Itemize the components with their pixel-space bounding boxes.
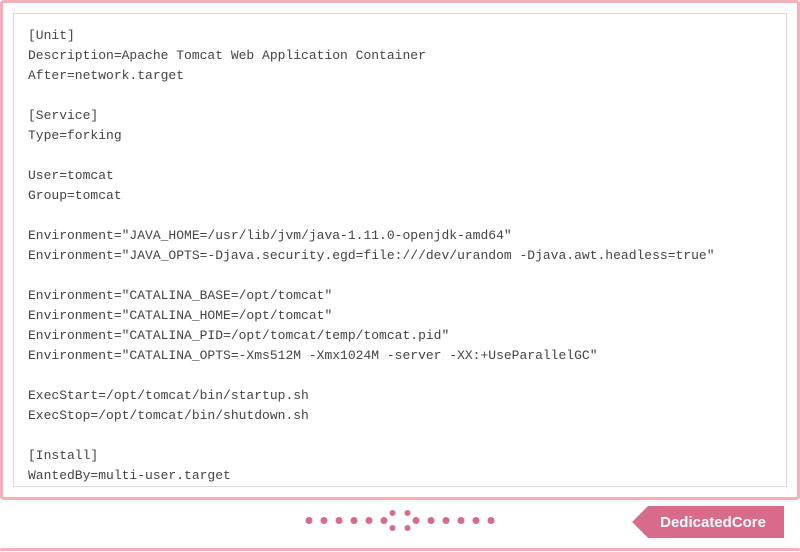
dot-icon [473, 517, 480, 524]
dot-icon [336, 517, 343, 524]
diamond-cluster-icon [396, 516, 405, 525]
brand-badge: DedicatedCore [632, 506, 784, 538]
decorative-dots [306, 516, 495, 525]
dot-icon [366, 517, 373, 524]
dot-icon [351, 517, 358, 524]
dot-icon [443, 517, 450, 524]
dot-icon [306, 517, 313, 524]
dot-icon [321, 517, 328, 524]
footer-row: DedicatedCore [0, 498, 800, 546]
dot-icon [428, 517, 435, 524]
brand-label: DedicatedCore [660, 514, 766, 531]
systemd-unit-file: [Unit] Description=Apache Tomcat Web App… [28, 26, 772, 486]
document-card: [Unit] Description=Apache Tomcat Web App… [0, 0, 800, 500]
dot-icon [381, 517, 388, 524]
dot-icon [488, 517, 495, 524]
dot-icon [413, 517, 420, 524]
dot-icon [458, 517, 465, 524]
bottom-border-line [0, 548, 800, 551]
code-box: [Unit] Description=Apache Tomcat Web App… [13, 13, 787, 487]
